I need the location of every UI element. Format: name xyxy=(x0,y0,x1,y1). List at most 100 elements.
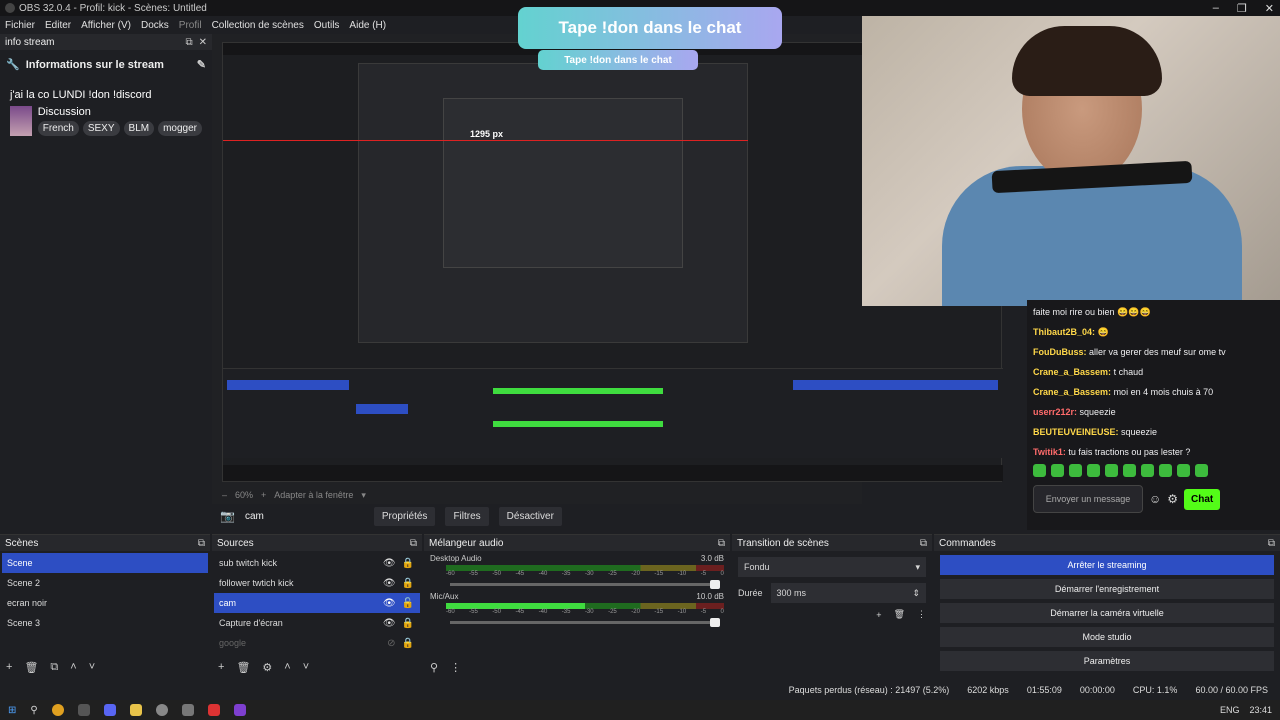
emote-icon xyxy=(1087,464,1100,477)
app-icon[interactable] xyxy=(207,704,220,716)
app-icon[interactable] xyxy=(233,704,246,716)
float-icon[interactable]: ⧉ xyxy=(198,538,205,549)
float-icon[interactable]: ⧉ xyxy=(410,538,417,549)
search-icon[interactable]: ⚲ xyxy=(30,705,37,716)
transition-select[interactable]: Fondu ▾ xyxy=(738,557,926,577)
source-item[interactable]: follower twtich kick 👁 🔒 xyxy=(214,573,420,593)
menu-outils[interactable]: Outils xyxy=(309,20,345,31)
float-icon[interactable]: ⧉ xyxy=(718,538,725,549)
menu-collection[interactable]: Collection de scènes xyxy=(207,20,309,31)
fit-select[interactable]: Adapter à la fenêtre xyxy=(274,490,353,500)
eye-icon: 👁 xyxy=(382,577,396,589)
discord-icon[interactable] xyxy=(103,704,116,716)
channel-name: Desktop Audio xyxy=(430,554,482,563)
clock[interactable]: 23:41 xyxy=(1249,705,1272,715)
trash-icon[interactable]: 🗑 xyxy=(236,661,250,674)
down-icon[interactable]: ˅ xyxy=(89,661,95,674)
app-icon[interactable] xyxy=(77,704,90,716)
menu-profil[interactable]: Profil xyxy=(174,20,207,31)
menu-afficher[interactable]: Afficher (V) xyxy=(76,20,136,31)
source-item[interactable]: cam 👁 🔓 xyxy=(214,593,420,613)
edit-icon[interactable]: ✎ xyxy=(197,58,206,71)
trash-icon[interactable]: 🗑 xyxy=(24,661,38,674)
menu-docks[interactable]: Docks xyxy=(136,20,174,31)
scene-item[interactable]: Scene 2 xyxy=(2,573,208,593)
float-icon[interactable]: ⧉ xyxy=(1268,538,1275,549)
zoom-out-icon[interactable]: – xyxy=(222,490,227,500)
emoji-icon[interactable]: ☺ xyxy=(1149,492,1161,506)
duration-input[interactable]: 300 ms ⇕ xyxy=(770,583,926,603)
up-icon[interactable]: ˄ xyxy=(70,661,76,674)
obs-taskbar-icon[interactable] xyxy=(155,704,168,716)
menu-fichier[interactable]: Fichier xyxy=(0,20,40,31)
scene-item[interactable]: Scene 3 xyxy=(2,613,208,633)
settings-icon[interactable]: ⚙ xyxy=(1167,492,1178,506)
scene-item[interactable]: Scene xyxy=(2,553,208,573)
emote-bar[interactable] xyxy=(1033,464,1274,477)
float-icon[interactable]: ⧉ xyxy=(920,538,927,549)
source-item[interactable]: Capture d'écran 👁 🔒 xyxy=(214,613,420,633)
chrome-icon[interactable] xyxy=(51,704,64,716)
down-icon[interactable]: ˅ xyxy=(303,661,309,674)
emote-icon xyxy=(1123,464,1136,477)
link-icon[interactable]: ⚲ xyxy=(430,661,438,674)
dock-header: Transition de scènes ⧉ xyxy=(732,535,932,551)
disable-button[interactable]: Désactiver xyxy=(498,506,562,526)
stop-streaming-button[interactable]: Arrêter le streaming xyxy=(940,555,1274,575)
close-icon[interactable]: ✕ xyxy=(199,37,207,48)
maximize-icon[interactable]: ❐ xyxy=(1237,2,1247,15)
source-toolbar: 📷 cam Propriétés Filtres Désactiver xyxy=(212,504,862,528)
properties-button[interactable]: Propriétés xyxy=(373,506,436,526)
settings-button[interactable]: Paramètres xyxy=(940,651,1274,671)
menu-aide[interactable]: Aide (H) xyxy=(344,20,391,31)
chat-message: userr212r: squeezie xyxy=(1033,407,1116,417)
studio-mode-button[interactable]: Mode studio xyxy=(940,627,1274,647)
category-thumbnail xyxy=(10,106,32,136)
mixer-channel: Mic/Aux 10.0 dB -60 -55 -50 -45 -40 -35 -30 -25-… xyxy=(424,589,730,627)
tag: mogger xyxy=(158,121,202,136)
chat-message: BEUTEUVEINEUSE: squeezie xyxy=(1033,427,1158,437)
trash-icon[interactable]: 🗑 xyxy=(894,609,905,620)
gear-icon[interactable]: ⚙ xyxy=(262,661,272,674)
stepper-icon: ⇕ xyxy=(912,587,920,598)
app-icon[interactable] xyxy=(181,704,194,716)
explorer-icon[interactable] xyxy=(129,704,142,716)
volume-slider[interactable] xyxy=(450,618,720,627)
close-icon[interactable]: ✕ xyxy=(1265,2,1274,15)
add-icon[interactable]: + xyxy=(876,610,881,620)
mixer-channel: Desktop Audio 3.0 dB -60 -55 -50 -45 -40 -35 -3… xyxy=(424,551,730,589)
source-item[interactable]: sub twitch kick 👁 🔒 xyxy=(214,553,420,573)
filters-button[interactable]: Filtres xyxy=(445,506,489,526)
zoom-in-icon[interactable]: + xyxy=(261,490,266,500)
tag-list: French SEXY BLM mogger xyxy=(37,121,202,136)
stream-title: j'ai la co LUNDI !don !discord xyxy=(10,89,152,101)
emote-icon xyxy=(1141,464,1154,477)
volume-slider[interactable] xyxy=(450,580,720,589)
source-item[interactable]: google ⊘ 🔒 xyxy=(214,633,420,653)
add-icon[interactable]: + xyxy=(6,661,12,674)
start-recording-button[interactable]: Démarrer l'enregistrement xyxy=(940,579,1274,599)
chat-message: Thibaut2B_04: 😄 xyxy=(1033,327,1109,337)
chat-input[interactable]: Envoyer un message xyxy=(1033,485,1143,513)
float-icon[interactable]: ⧉ xyxy=(185,37,192,48)
add-icon[interactable]: + xyxy=(218,661,224,674)
scene-item[interactable]: ecran noir xyxy=(2,593,208,613)
chevron-down-icon[interactable]: ▾ xyxy=(361,490,366,501)
minimize-icon[interactable]: – xyxy=(1213,2,1219,14)
filter-icon[interactable]: ⧉ xyxy=(50,661,58,674)
dock-header: info stream ⧉ ✕ xyxy=(0,34,212,50)
dock-title: info stream xyxy=(5,36,55,48)
tag: SEXY xyxy=(82,121,120,136)
selected-source-label: cam xyxy=(244,510,264,522)
up-icon[interactable]: ˄ xyxy=(284,661,290,674)
start-virtual-camera-button[interactable]: Démarrer la caméra virtuelle xyxy=(940,603,1274,623)
menu-icon[interactable]: ⋮ xyxy=(450,661,461,674)
bitrate: 6202 kbps xyxy=(967,685,1009,695)
start-icon[interactable]: ⊞ xyxy=(8,705,16,716)
menu-icon[interactable]: ⋮ xyxy=(917,609,926,620)
webcam-feed xyxy=(862,16,1280,306)
menu-editer[interactable]: Editer xyxy=(40,20,76,31)
language-indicator[interactable]: ENG xyxy=(1220,705,1240,715)
chat-send-button[interactable]: Chat xyxy=(1184,488,1221,510)
eye-icon: 👁 xyxy=(382,597,396,609)
